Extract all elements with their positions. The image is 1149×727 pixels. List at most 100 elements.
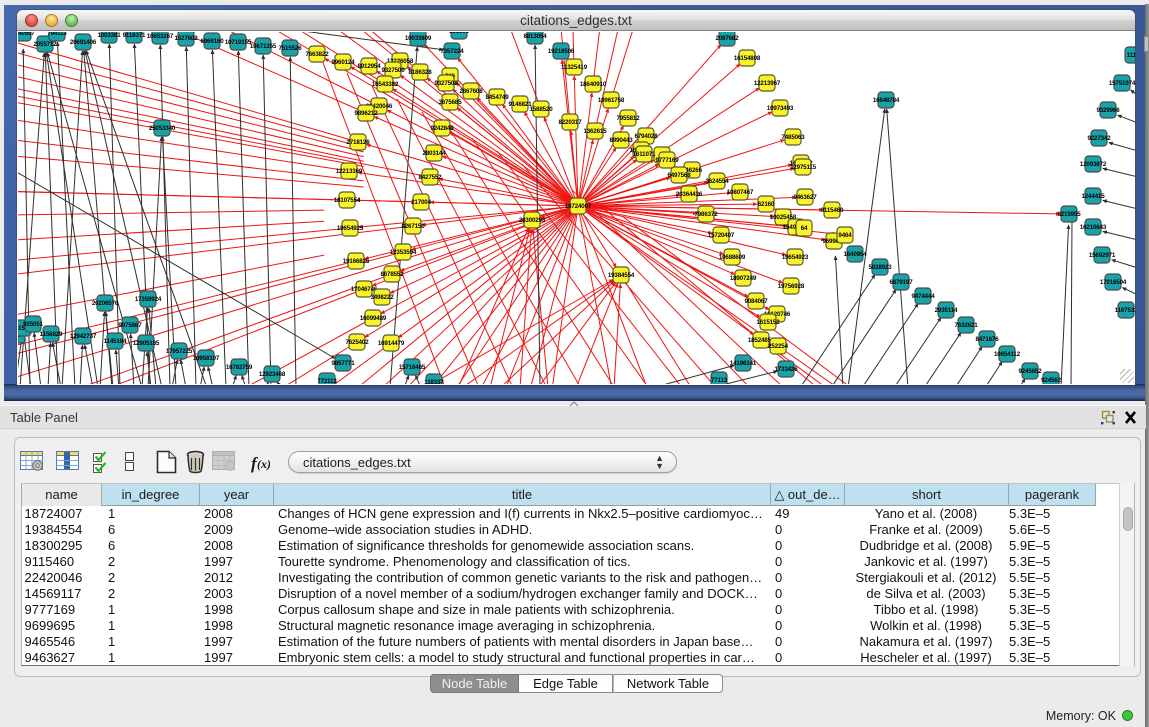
svg-text:8678552: 8678552 bbox=[380, 271, 404, 278]
svg-text:9975867: 9975867 bbox=[118, 322, 142, 329]
svg-text:8813054: 8813054 bbox=[523, 33, 547, 40]
svg-text:9857771: 9857771 bbox=[331, 360, 355, 367]
svg-text:20206576: 20206576 bbox=[92, 300, 119, 307]
svg-text:8215955: 8215955 bbox=[1057, 211, 1081, 218]
svg-text:20364436: 20364436 bbox=[676, 191, 703, 198]
svg-text:10973493: 10973493 bbox=[767, 105, 794, 112]
svg-text:1733426: 1733426 bbox=[774, 366, 798, 373]
svg-text:10688609: 10688609 bbox=[719, 254, 746, 261]
svg-text:1156829: 1156829 bbox=[40, 331, 63, 338]
svg-text:19166825: 19166825 bbox=[343, 258, 370, 265]
svg-text:8912954: 8912954 bbox=[357, 63, 381, 70]
svg-text:12905185: 12905185 bbox=[133, 340, 160, 347]
svg-text:7485063: 7485063 bbox=[781, 134, 805, 141]
svg-text:1003381: 1003381 bbox=[97, 32, 121, 39]
svg-text:1167533: 1167533 bbox=[1115, 307, 1135, 314]
svg-text:772113: 772113 bbox=[317, 378, 337, 384]
svg-text:18907249: 18907249 bbox=[730, 275, 757, 282]
svg-text:9084067: 9084067 bbox=[744, 298, 768, 305]
svg-text:1112: 1112 bbox=[1127, 52, 1135, 59]
svg-text:9118371: 9118371 bbox=[123, 32, 146, 39]
svg-text:18724007: 18724007 bbox=[565, 203, 592, 210]
svg-text:17016504: 17016504 bbox=[1100, 279, 1127, 286]
svg-text:9474444: 9474444 bbox=[911, 293, 935, 300]
svg-text:16543382: 16543382 bbox=[372, 81, 399, 88]
svg-text:2803144: 2803144 bbox=[422, 150, 446, 157]
svg-text:16782759: 16782759 bbox=[226, 364, 253, 371]
svg-text:2087682: 2087682 bbox=[715, 35, 739, 42]
svg-text:1340557: 1340557 bbox=[18, 32, 35, 37]
svg-text:6497568: 6497568 bbox=[667, 172, 691, 179]
svg-text:20691406: 20691406 bbox=[70, 39, 97, 46]
svg-text:18640910: 18640910 bbox=[580, 81, 607, 88]
svg-text:15720407: 15720407 bbox=[708, 232, 735, 239]
svg-text:12923468: 12923468 bbox=[259, 371, 286, 378]
svg-text:118337: 118337 bbox=[424, 379, 444, 384]
svg-text:5938923: 5938923 bbox=[868, 264, 892, 271]
svg-text:2718126: 2718126 bbox=[346, 139, 370, 146]
svg-text:7625402: 7625402 bbox=[345, 339, 369, 346]
svg-text:935051: 935051 bbox=[23, 321, 43, 328]
svg-text:881305: 881305 bbox=[449, 32, 469, 35]
svg-text:16154808: 16154808 bbox=[734, 55, 761, 62]
svg-text:12353594: 12353594 bbox=[390, 249, 417, 256]
svg-text:10654112: 10654112 bbox=[994, 351, 1021, 358]
svg-text:15751074: 15751074 bbox=[1109, 80, 1135, 87]
svg-text:1362615: 1362615 bbox=[583, 128, 607, 135]
svg-text:12975115: 12975115 bbox=[790, 164, 817, 171]
svg-text:9327508: 9327508 bbox=[434, 80, 458, 87]
svg-text:7986372: 7986372 bbox=[694, 211, 718, 218]
svg-text:12093872: 12093872 bbox=[1080, 161, 1107, 168]
svg-text:10719155: 10719155 bbox=[225, 39, 252, 46]
svg-text:7515526: 7515526 bbox=[278, 45, 302, 52]
svg-text:15692971: 15692971 bbox=[1089, 252, 1116, 259]
svg-text:2867608: 2867608 bbox=[459, 88, 483, 95]
svg-text:8267150: 8267150 bbox=[401, 223, 425, 230]
svg-text:17359924: 17359924 bbox=[135, 296, 162, 303]
svg-text:2055712: 2055712 bbox=[33, 41, 57, 48]
svg-text:10653267: 10653267 bbox=[147, 33, 174, 40]
svg-text:9227342: 9227342 bbox=[1087, 135, 1111, 142]
svg-text:7632621: 7632621 bbox=[954, 322, 978, 329]
svg-text:3675685: 3675685 bbox=[438, 99, 462, 106]
svg-text:1640954: 1640954 bbox=[843, 251, 867, 258]
svg-text:3624554: 3624554 bbox=[705, 178, 729, 185]
svg-text:18107554: 18107554 bbox=[334, 197, 361, 204]
svg-text:1588520: 1588520 bbox=[529, 106, 553, 113]
svg-text:1611071: 1611071 bbox=[633, 151, 656, 158]
svg-text:10961758: 10961758 bbox=[598, 97, 625, 104]
svg-text:1145194: 1145194 bbox=[104, 338, 127, 345]
svg-text:1527602: 1527602 bbox=[174, 35, 198, 42]
svg-text:12213369: 12213369 bbox=[336, 168, 363, 175]
svg-text:8990443: 8990443 bbox=[609, 137, 633, 144]
svg-text:19384554: 19384554 bbox=[608, 272, 635, 279]
svg-text:217004: 217004 bbox=[411, 199, 431, 206]
svg-text:19654925: 19654925 bbox=[337, 225, 364, 232]
svg-text:14196141: 14196141 bbox=[730, 360, 757, 367]
svg-text:2935114: 2935114 bbox=[935, 307, 958, 314]
svg-text:9327500: 9327500 bbox=[381, 67, 405, 74]
svg-text:252254: 252254 bbox=[768, 343, 788, 350]
svg-text:3498222: 3498222 bbox=[370, 294, 394, 301]
svg-text:16914479: 16914479 bbox=[378, 340, 405, 347]
svg-text:1244415: 1244415 bbox=[1081, 193, 1105, 200]
svg-text:7955812: 7955812 bbox=[616, 115, 640, 122]
svg-text:9777169: 9777169 bbox=[655, 157, 679, 164]
svg-text:8427552: 8427552 bbox=[418, 174, 442, 181]
svg-text:12213967: 12213967 bbox=[754, 80, 781, 87]
svg-text:9463627: 9463627 bbox=[793, 194, 817, 201]
svg-text:62160: 62160 bbox=[758, 201, 775, 208]
svg-text:8186328: 8186328 bbox=[408, 69, 432, 76]
svg-text:1615152: 1615152 bbox=[756, 319, 780, 326]
svg-text:12942737: 12942737 bbox=[70, 333, 97, 340]
svg-text:15716485: 15716485 bbox=[399, 364, 426, 371]
svg-text:9242848: 9242848 bbox=[430, 125, 454, 132]
svg-text:8454749: 8454749 bbox=[485, 94, 509, 101]
svg-text:9464: 9464 bbox=[838, 232, 852, 239]
svg-text:8471676: 8471676 bbox=[975, 336, 999, 343]
svg-text:924562: 924562 bbox=[1041, 377, 1061, 384]
svg-text:10671355: 10671355 bbox=[250, 43, 277, 50]
svg-text:16648784: 16648784 bbox=[873, 97, 900, 104]
svg-text:25053340: 25053340 bbox=[149, 125, 176, 132]
svg-text:64: 64 bbox=[801, 225, 808, 232]
